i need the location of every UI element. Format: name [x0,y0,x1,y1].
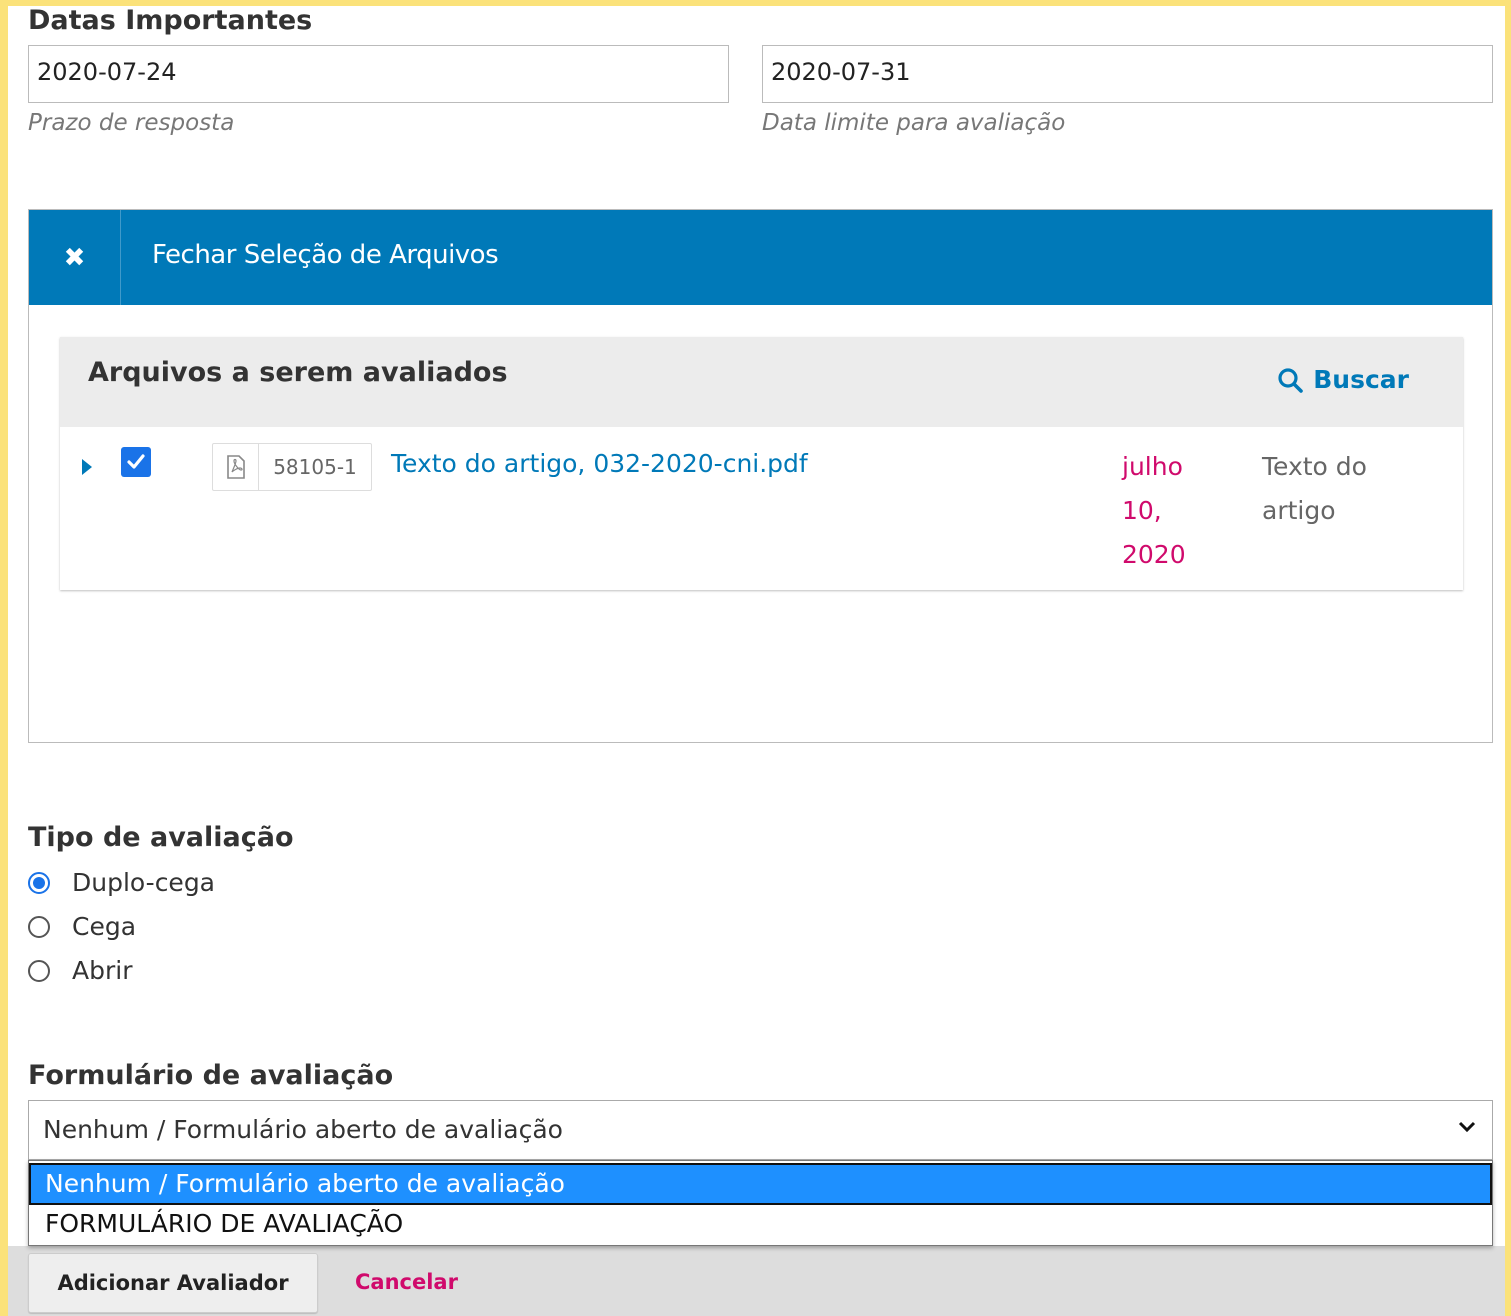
review-type-title: Tipo de avaliação [28,822,294,853]
file-date-day: 10, [1122,496,1162,525]
files-selection-panel: ✖ Fechar Seleção de Arquivos Arquivos a … [28,209,1493,743]
file-date: julho 10, 2020 [1122,445,1202,577]
chevron-down-icon [1458,1121,1476,1133]
file-type-line-2: artigo [1262,496,1336,525]
file-name-link[interactable]: Texto do artigo, 032-2020-cni.pdf [391,449,808,478]
review-due-input[interactable]: 2020-07-31 [762,45,1493,103]
cancel-button[interactable]: Cancelar [355,1270,458,1294]
search-icon [1278,367,1304,393]
file-type: Texto do artigo [1262,445,1392,533]
radio-blind[interactable] [28,915,50,938]
review-form-selected-value: Nenhum / Formulário aberto de avaliação [43,1115,563,1144]
file-badge: 58105-1 [212,443,372,491]
checkmark-icon [127,454,145,469]
close-icon: ✖ [63,242,86,273]
dropdown-option[interactable]: FORMULÁRIO DE AVALIAÇÃO [31,1205,1490,1243]
frame-right [1505,0,1511,1316]
review-type-option-blind[interactable]: Cega [28,912,136,941]
review-form-select[interactable]: Nenhum / Formulário aberto de avaliação [28,1100,1493,1160]
radio-open-label: Abrir [72,956,133,985]
response-due-help: Prazo de resposta [28,110,235,136]
pdf-file-icon [213,444,259,490]
radio-blind-label: Cega [72,912,137,941]
search-button[interactable]: Buscar [1277,365,1409,394]
close-files-button[interactable]: ✖ [29,210,121,305]
expand-row-icon[interactable] [82,459,92,475]
dates-section-title: Datas Importantes [28,5,313,36]
search-label: Buscar [1313,365,1409,394]
file-date-year: 2020 [1122,540,1186,569]
review-type-option-open[interactable]: Abrir [28,956,132,985]
review-type-option-double-blind[interactable]: Duplo-cega [28,868,215,897]
radio-double-blind-label: Duplo-cega [72,868,216,897]
files-grid-header: Arquivos a serem avaliados Buscar [60,337,1463,427]
file-id: 58105-1 [273,455,357,479]
dropdown-option[interactable]: Nenhum / Formulário aberto de avaliação [29,1163,1492,1205]
radio-double-blind[interactable] [28,871,50,894]
close-files-label[interactable]: Fechar Seleção de Arquivos [152,240,499,270]
files-panel-header: ✖ Fechar Seleção de Arquivos [29,210,1492,305]
file-type-line-1: Texto do [1262,452,1367,481]
radio-open[interactable] [28,959,50,982]
add-reviewer-button[interactable]: Adicionar Avaliador [28,1253,318,1313]
review-due-help: Data limite para avaliação [762,110,1066,136]
files-grid-title: Arquivos a serem avaliados [88,357,508,388]
file-date-month: julho [1122,452,1183,481]
review-form-title: Formulário de avaliação [28,1060,394,1091]
frame-left [0,0,8,1316]
files-grid: Arquivos a serem avaliados Buscar 58105-… [60,337,1463,590]
response-due-input[interactable]: 2020-07-24 [28,45,729,103]
file-select-checkbox[interactable] [121,447,151,477]
review-form-dropdown-list: Nenhum / Formulário aberto de avaliação … [28,1160,1493,1246]
